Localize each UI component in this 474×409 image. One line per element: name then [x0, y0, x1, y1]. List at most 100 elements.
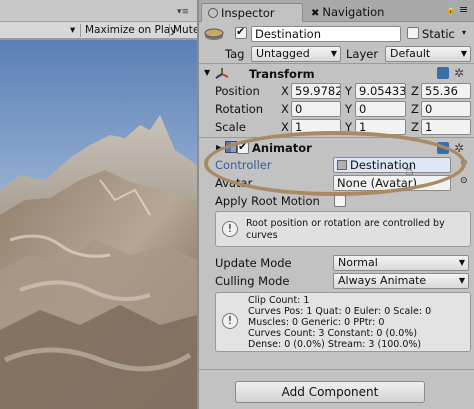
- mouse-cursor-icon: ☝: [405, 163, 414, 179]
- culling-mode-label: Culling Mode: [215, 274, 290, 288]
- game-view[interactable]: ▾ Maximize on Play Mute: [0, 0, 197, 409]
- tab-inspector[interactable]: Inspector: [201, 3, 303, 22]
- position-z-field[interactable]: 55.36: [421, 83, 471, 99]
- position-row: Position X 59.9782 Y 9.05433 Z 55.36: [199, 82, 474, 100]
- animator-header[interactable]: ▶ Animator ✲: [199, 139, 474, 157]
- tag-dropdown[interactable]: Untagged ▼: [251, 46, 341, 62]
- culling-mode-dropdown[interactable]: Always Animate ▼: [333, 273, 469, 289]
- scale-x-field[interactable]: 1: [291, 119, 341, 135]
- axis-y-label[interactable]: Y: [345, 84, 352, 98]
- divider: [199, 63, 474, 64]
- animator-icon: [225, 141, 237, 153]
- divider: [199, 369, 474, 370]
- update-mode-row: Update Mode Normal ▼: [199, 254, 474, 272]
- tag-layer-row: Tag Untagged ▼ Layer Default ▼: [199, 45, 474, 63]
- menu-icon[interactable]: ≡: [459, 3, 468, 16]
- aspect-dropdown-arrow-icon[interactable]: ▾: [70, 24, 75, 36]
- layer-label: Layer: [346, 47, 379, 61]
- chevron-down-icon: ▼: [460, 49, 467, 58]
- avatar-label: Avatar: [215, 176, 253, 190]
- gameobject-name-input[interactable]: Destination: [251, 26, 401, 42]
- axis-x-label[interactable]: X: [281, 102, 289, 116]
- left-panel-menu-icon[interactable]: ▾≡: [177, 7, 189, 17]
- update-mode-label: Update Mode: [215, 256, 292, 270]
- gameobject-active-checkbox[interactable]: [235, 25, 247, 39]
- static-checkbox[interactable]: [407, 27, 419, 39]
- game-toolbar: ▾ Maximize on Play Mute: [0, 22, 197, 39]
- maximize-on-play-toggle[interactable]: Maximize on Play: [85, 24, 176, 36]
- position-x-field[interactable]: 59.9782: [291, 83, 341, 99]
- layer-dropdown[interactable]: Default ▼: [385, 46, 471, 62]
- controller-object-field[interactable]: Destination: [333, 157, 451, 173]
- tag-label: Tag: [225, 47, 245, 61]
- cube-icon: [204, 27, 224, 41]
- toolbar-divider: [169, 24, 170, 37]
- rotation-z-field[interactable]: 0: [421, 101, 471, 117]
- object-picker-icon[interactable]: ⊙: [460, 158, 468, 168]
- root-motion-help-text: Root position or rotation are controlled…: [246, 218, 445, 241]
- culling-mode-value: Always Animate: [338, 274, 427, 287]
- controller-row: Controller Destination ⊙: [199, 156, 474, 174]
- inspector-tab-icon: [208, 8, 218, 18]
- apply-root-motion-row: Apply Root Motion: [199, 192, 474, 210]
- navigation-tab-icon: ✖: [311, 8, 320, 19]
- rotation-label: Rotation: [215, 102, 264, 116]
- tab-navigation[interactable]: ✖ Navigation: [305, 3, 405, 22]
- clip-info-line: Clip Count: 1: [248, 295, 310, 306]
- apply-root-motion-checkbox[interactable]: [334, 195, 346, 207]
- terrain-render: [0, 40, 197, 409]
- inspector-panel: Inspector ✖Navigation 🔒 ≡ ▾≡ Destination…: [177, 0, 474, 409]
- apply-root-motion-label: Apply Root Motion: [215, 194, 320, 208]
- rotation-y-field[interactable]: 0: [355, 101, 406, 117]
- toolbar-divider: [80, 24, 81, 37]
- info-icon: !: [222, 313, 238, 329]
- foldout-arrow-icon[interactable]: ▶: [216, 143, 222, 152]
- rotation-x-field[interactable]: 0: [291, 101, 341, 117]
- axis-y-label[interactable]: Y: [345, 120, 352, 134]
- scale-row: Scale X 1 Y 1 Z 1: [199, 118, 474, 136]
- rotation-row: Rotation X 0 Y 0 Z 0: [199, 100, 474, 118]
- axis-z-label[interactable]: Z: [411, 84, 419, 98]
- object-picker-icon[interactable]: ⊙: [460, 176, 468, 186]
- scale-z-field[interactable]: 1: [421, 119, 471, 135]
- mute-audio-toggle[interactable]: Mute: [173, 24, 197, 36]
- chevron-down-icon: ▼: [330, 49, 337, 58]
- update-mode-value: Normal: [338, 256, 378, 269]
- position-y-field[interactable]: 9.05433: [355, 83, 406, 99]
- clip-info-line: Curves Pos: 1 Quat: 0 Euler: 0 Scale: 0: [248, 306, 432, 317]
- gear-icon[interactable]: ✲: [454, 141, 464, 155]
- clip-info-box: ! Clip Count: 1 Curves Pos: 1 Quat: 0 Eu…: [215, 292, 471, 352]
- layer-value: Default: [390, 47, 431, 60]
- lock-icon[interactable]: 🔒: [445, 5, 456, 15]
- help-book-icon[interactable]: [437, 142, 449, 154]
- scale-label: Scale: [215, 120, 246, 134]
- tab-navigation-label: Navigation: [322, 5, 385, 19]
- tab-inspector-label: Inspector: [221, 6, 275, 20]
- add-component-button[interactable]: Add Component: [235, 381, 425, 403]
- clip-info-line: Dense: 0 (0.0%) Stream: 3 (100.0%): [248, 339, 422, 350]
- root-motion-help-box: ! Root position or rotation are controll…: [215, 211, 471, 247]
- inspector-tabbar: Inspector ✖ Navigation 🔒 ≡: [199, 0, 474, 22]
- animator-enabled-checkbox[interactable]: [237, 140, 249, 154]
- update-mode-dropdown[interactable]: Normal ▼: [333, 255, 469, 271]
- transform-header[interactable]: ▼ Transform ✲: [199, 65, 474, 83]
- tag-value: Untagged: [256, 47, 310, 60]
- help-book-icon[interactable]: [437, 67, 449, 79]
- controller-label: Controller: [215, 158, 272, 172]
- foldout-arrow-icon[interactable]: ▼: [204, 68, 210, 77]
- gear-icon[interactable]: ✲: [454, 66, 464, 80]
- axis-x-label[interactable]: X: [281, 84, 289, 98]
- avatar-object-field[interactable]: None (Avatar): [333, 175, 451, 191]
- axis-y-label[interactable]: Y: [345, 102, 352, 116]
- scale-y-field[interactable]: 1: [355, 119, 406, 135]
- info-icon: !: [222, 221, 238, 237]
- culling-mode-row: Culling Mode Always Animate ▼: [199, 272, 474, 290]
- animator-title: Animator: [252, 141, 312, 155]
- transform-title: Transform: [249, 67, 315, 81]
- axis-x-label[interactable]: X: [281, 120, 289, 134]
- axis-z-label[interactable]: Z: [411, 120, 419, 134]
- static-dropdown-arrow-icon[interactable]: ▾: [462, 28, 466, 37]
- axis-z-label[interactable]: Z: [411, 102, 419, 116]
- clip-info-line: Muscles: 0 Generic: 0 PPtr: 0: [248, 317, 385, 328]
- gameobject-header: Destination Static ▾: [199, 24, 474, 46]
